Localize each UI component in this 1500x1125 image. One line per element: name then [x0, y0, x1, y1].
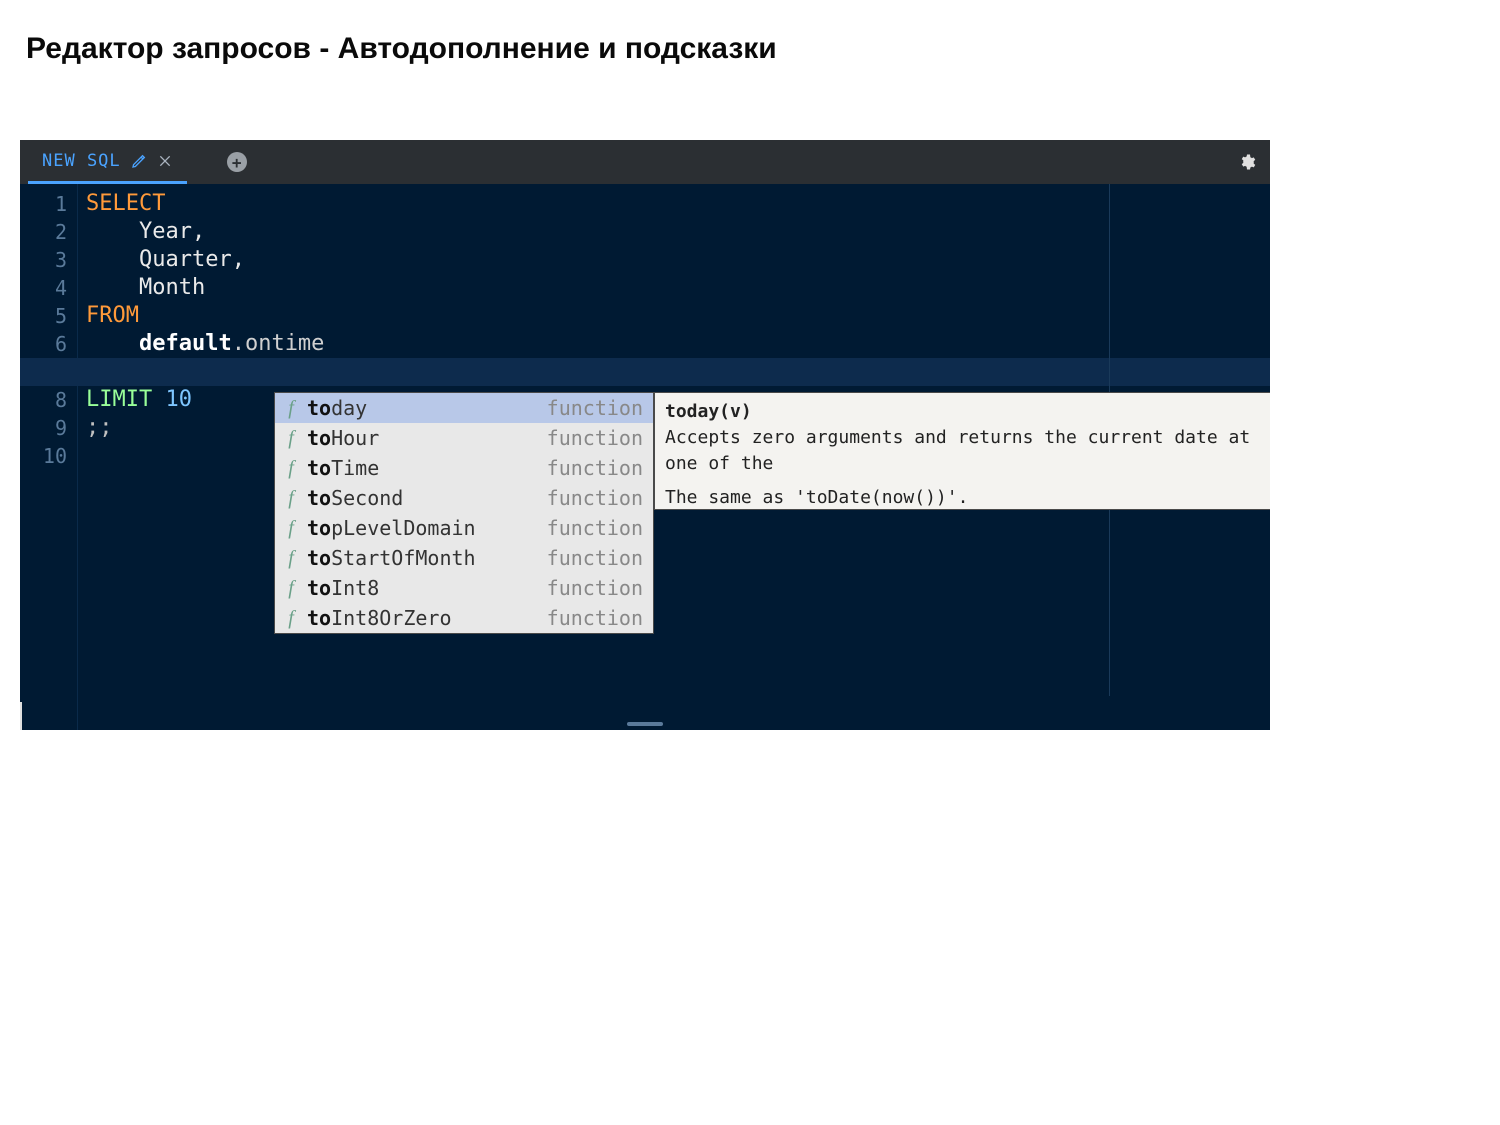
function-icon: f [283, 577, 299, 600]
doc-line: The same as 'toDate(now())'. [665, 485, 1270, 510]
line-number: 6 [20, 330, 77, 358]
autocomplete-item-kind: function [547, 396, 643, 420]
autocomplete-item-kind: function [547, 486, 643, 510]
code-line: SELECT [86, 190, 1262, 218]
function-icon: f [283, 427, 299, 450]
autocomplete-item[interactable]: f toTime function [275, 453, 653, 483]
autocomplete-item[interactable]: f topLevelDomain function [275, 513, 653, 543]
line-number: 2 [20, 218, 77, 246]
tab-label: NEW SQL [42, 151, 121, 171]
resize-handle[interactable] [627, 722, 663, 726]
tab-bar: NEW SQL + [20, 140, 1270, 184]
autocomplete-item-label: toInt8OrZero [307, 606, 547, 630]
code-line: Year, [86, 218, 1262, 246]
autocomplete-item-label: toHour [307, 426, 547, 450]
autocomplete-list[interactable]: f today function f toHour function f toT… [274, 392, 654, 634]
autocomplete-item-label: toSecond [307, 486, 547, 510]
autocomplete-item-kind: function [547, 426, 643, 450]
autocomplete-item[interactable]: f toHour function [275, 423, 653, 453]
autocomplete-item[interactable]: f toStartOfMonth function [275, 543, 653, 573]
line-number: 8 [20, 386, 77, 414]
active-line-highlight [20, 358, 1270, 386]
autocomplete-item-kind: function [547, 456, 643, 480]
function-icon: f [283, 457, 299, 480]
autocomplete-item-kind: function [547, 516, 643, 540]
code-line: FROM [86, 302, 1262, 330]
autocomplete-item-kind: function [547, 606, 643, 630]
line-number: 3 [20, 246, 77, 274]
line-number: 9 [20, 414, 77, 442]
code-line: Month [86, 274, 1262, 302]
line-number: 1 [20, 190, 77, 218]
bottom-cursor [20, 702, 22, 730]
autocomplete-item[interactable]: f toInt8 function [275, 573, 653, 603]
function-icon: f [283, 547, 299, 570]
autocomplete-item-label: today [307, 396, 547, 420]
line-number-gutter: 1 2 3 4 5 6 7 8 9 10 [20, 184, 78, 730]
autocomplete-item-label: toInt8 [307, 576, 547, 600]
autocomplete-item-label: toStartOfMonth [307, 546, 547, 570]
line-number: 4 [20, 274, 77, 302]
page-title: Редактор запросов - Автодополнение и под… [0, 0, 1500, 66]
add-tab-button[interactable]: + [227, 152, 247, 172]
doc-line: Accepts zero arguments and returns the c… [665, 425, 1270, 477]
function-icon: f [283, 607, 299, 630]
autocomplete-item-label: toTime [307, 456, 547, 480]
tab-new-sql[interactable]: NEW SQL [28, 140, 187, 184]
code-line: default.ontime [86, 330, 1262, 358]
plus-icon: + [232, 153, 242, 172]
autocomplete-item[interactable]: f toInt8OrZero function [275, 603, 653, 633]
line-number: 5 [20, 302, 77, 330]
autocomplete-item-kind: function [547, 576, 643, 600]
autocomplete-item-kind: function [547, 546, 643, 570]
autocomplete-popup: f today function f toHour function f toT… [274, 392, 1270, 634]
gear-icon[interactable] [1238, 153, 1256, 171]
autocomplete-item-label: topLevelDomain [307, 516, 547, 540]
function-icon: f [283, 487, 299, 510]
code-line: Quarter, [86, 246, 1262, 274]
autocomplete-item[interactable]: f toSecond function [275, 483, 653, 513]
function-icon: f [283, 517, 299, 540]
autocomplete-item[interactable]: f today function [275, 393, 653, 423]
autocomplete-doc: today(v) Accepts zero arguments and retu… [654, 392, 1270, 510]
close-icon[interactable] [157, 153, 173, 169]
doc-signature: today(v) [665, 399, 1270, 425]
line-number: 10 [20, 442, 77, 470]
function-icon: f [283, 397, 299, 420]
edit-icon[interactable] [131, 153, 147, 169]
sql-editor-app: NEW SQL + 1 2 3 4 5 6 7 8 9 10 [20, 140, 1270, 730]
